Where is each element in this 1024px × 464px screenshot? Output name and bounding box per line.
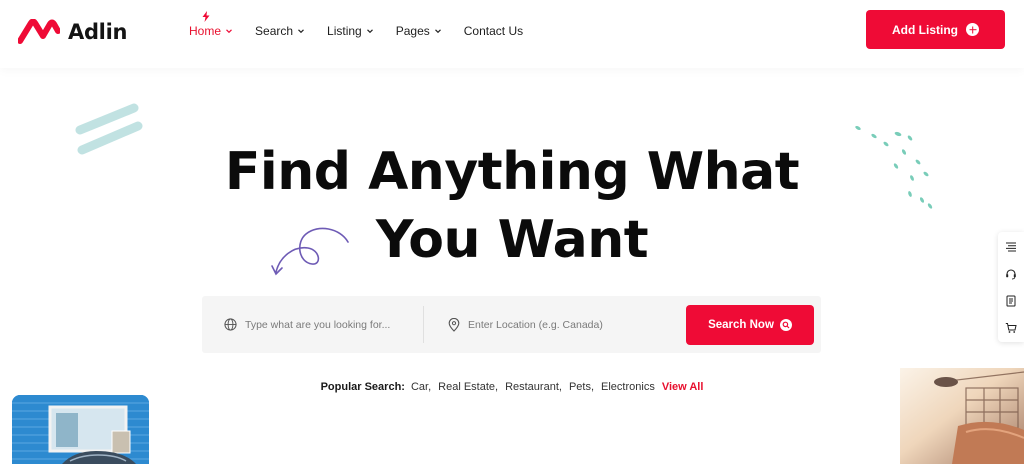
nav-item-search[interactable]: Search — [255, 24, 305, 38]
popular-tag-restaurant[interactable]: Restaurant, — [505, 381, 562, 393]
support-icon[interactable] — [1005, 268, 1017, 280]
search-now-button[interactable]: Search Now — [686, 305, 814, 345]
globe-icon — [224, 318, 237, 331]
view-all-link[interactable]: View All — [662, 381, 704, 393]
nav-label-contact: Contact Us — [463, 24, 524, 38]
plus-circle-icon — [966, 23, 979, 36]
side-toolbar — [998, 232, 1024, 342]
popular-tag-car[interactable]: Car, — [411, 381, 431, 393]
location-pin-icon — [448, 317, 460, 332]
nav-label-listing: Listing — [327, 24, 362, 38]
popular-search: Popular Search: Car, Real Estate, Restau… — [0, 381, 1024, 393]
chevron-down-icon — [226, 29, 232, 34]
workshop-listing-image — [900, 368, 1024, 464]
field-divider — [423, 306, 424, 343]
search-bar: Search Now — [202, 296, 821, 353]
flash-icon — [202, 11, 210, 22]
chevron-down-icon — [366, 29, 373, 34]
nav-item-listing[interactable]: Listing — [327, 24, 374, 38]
popular-search-label: Popular Search: — [320, 381, 405, 393]
chevron-down-icon — [298, 29, 304, 34]
hero-heading: Find Anything What You Want — [0, 138, 1024, 274]
nav-item-contact[interactable]: Contact Us — [464, 24, 523, 38]
popular-tag-pets[interactable]: Pets, — [569, 381, 594, 393]
location-field — [448, 296, 678, 353]
nav-label-pages: Pages — [395, 24, 430, 38]
search-now-label: Search Now — [708, 319, 774, 331]
search-icon — [779, 319, 792, 331]
brand-logo[interactable]: Adlin — [18, 19, 127, 45]
list-icon[interactable] — [1005, 241, 1017, 253]
keyword-field — [224, 296, 420, 353]
keyword-input[interactable] — [245, 318, 415, 331]
cart-icon[interactable] — [1005, 322, 1017, 334]
car-listing-image — [12, 395, 149, 464]
add-listing-button[interactable]: Add Listing — [866, 10, 1005, 49]
nav-item-pages[interactable]: Pages — [396, 24, 442, 38]
location-input[interactable] — [468, 318, 638, 331]
hero-title-line2: You Want — [375, 210, 649, 270]
nav-label-search: Search — [255, 24, 294, 38]
hero-title-line1: Find Anything What — [224, 142, 800, 202]
blue-wall-car-photo — [12, 395, 149, 464]
brand-name: Adlin — [68, 20, 128, 44]
workshop-car-photo — [900, 368, 1024, 464]
add-listing-label: Add Listing — [892, 22, 958, 37]
document-icon[interactable] — [1005, 295, 1017, 307]
nav-label-home: Home — [189, 24, 222, 38]
nav-item-home[interactable]: Home — [189, 11, 233, 38]
chevron-down-icon — [434, 29, 441, 34]
site-header: Adlin Home Search Listing Pages Contact … — [0, 0, 1024, 68]
popular-tag-electronics[interactable]: Electronics — [601, 381, 655, 393]
logo-mark-icon — [18, 19, 60, 44]
main-nav: Home Search Listing Pages Contact Us — [189, 11, 545, 38]
popular-tag-real-estate[interactable]: Real Estate, — [438, 381, 498, 393]
